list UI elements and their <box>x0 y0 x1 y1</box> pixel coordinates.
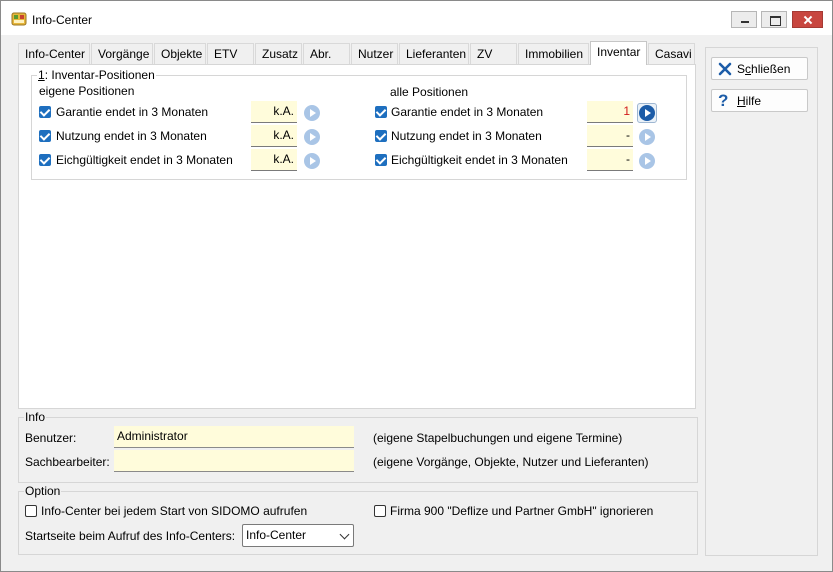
startup-checkbox[interactable] <box>25 505 37 517</box>
x-icon <box>718 62 732 76</box>
schliessen-button[interactable]: Schließen <box>711 57 808 80</box>
eigene-eichgueltigkeit-value: k.A. <box>251 149 297 171</box>
close-window-button[interactable] <box>792 11 823 28</box>
benutzer-note: (eigene Stapelbuchungen und eigene Termi… <box>373 431 623 445</box>
alle-eichgueltigkeit-value: - <box>587 149 633 171</box>
startseite-select[interactable]: Info-Center <box>242 524 354 547</box>
tab-label: Inventar <box>597 45 641 59</box>
tab-vorgaenge[interactable]: Vorgänge <box>91 43 153 64</box>
play-circle-icon <box>304 105 320 121</box>
window-title: Info-Center <box>32 13 93 27</box>
tab-label: Zusatz <box>262 47 299 61</box>
alle-positionen-header: alle Positionen <box>390 85 469 99</box>
maximize-button[interactable] <box>761 11 787 28</box>
tab-zv[interactable]: ZV <box>470 43 517 64</box>
alle-eichgueltigkeit-go-button[interactable] <box>637 151 657 171</box>
info-group: Info Benutzer: Administrator (eigene Sta… <box>18 410 698 483</box>
eigene-garantie-go-button[interactable] <box>302 103 322 123</box>
info-legend: Info <box>24 410 47 424</box>
play-circle-icon <box>304 153 320 169</box>
sachbearbeiter-input[interactable] <box>114 450 354 472</box>
tab-casavi[interactable]: Casavi <box>648 43 695 64</box>
alle-garantie-value: 1 <box>587 101 633 123</box>
eigene-garantie-value: k.A. <box>251 101 297 123</box>
hilfe-button[interactable]: ? Hilfe <box>711 89 808 112</box>
alle-nutzung-label: Nutzung endet in 3 Monaten <box>391 129 542 143</box>
tab-label: Vorgänge <box>98 47 150 61</box>
eigene-nutzung-go-button[interactable] <box>302 127 322 147</box>
play-circle-icon <box>304 129 320 145</box>
tab-label: Casavi <box>655 47 692 61</box>
tab-objekte[interactable]: Objekte <box>154 43 206 64</box>
tab-info-center[interactable]: Info-Center <box>18 43 90 64</box>
title-bar: Info-Center <box>1 1 832 35</box>
tab-zusatz[interactable]: Zusatz <box>255 43 302 64</box>
hilfe-label: Hilfe <box>737 94 761 108</box>
alle-eichgueltigkeit-checkbox[interactable] <box>375 154 387 166</box>
option-legend: Option <box>24 484 62 498</box>
inventar-panel: 1: Inventar-Positionen eigene Positionen… <box>18 64 696 409</box>
startseite-label: Startseite beim Aufruf des Info-Centers: <box>25 529 236 543</box>
eigene-nutzung-value: k.A. <box>251 125 297 147</box>
side-panel <box>705 47 818 556</box>
play-circle-icon <box>639 105 655 121</box>
startup-label: Info-Center bei jedem Start von SIDOMO a… <box>41 504 308 518</box>
tab-label: Info-Center <box>25 47 86 61</box>
tab-label: ETV <box>214 47 238 61</box>
tab-etv[interactable]: ETV <box>207 43 254 64</box>
hilfe-hotkey: H <box>737 94 746 108</box>
eigene-positionen-header: eigene Positionen <box>39 84 135 98</box>
tab-label: Nutzer <box>358 47 394 61</box>
group-title-hotkey: 1 <box>38 68 45 82</box>
option-group: Option Info-Center bei jedem Start von S… <box>18 484 698 555</box>
tab-lieferanten[interactable]: Lieferanten <box>399 43 469 64</box>
minimize-button[interactable] <box>731 11 757 28</box>
sachbearbeiter-note: (eigene Vorgänge, Objekte, Nutzer und Li… <box>373 455 649 469</box>
alle-garantie-go-button[interactable] <box>637 103 657 123</box>
info-center-window: Info-Center Info-Center Vorgänge Objekte… <box>0 0 833 572</box>
schliessen-label: Schließen <box>737 62 790 76</box>
tab-nutzer[interactable]: Nutzer <box>351 43 398 64</box>
question-icon: ? <box>718 91 729 110</box>
play-circle-icon <box>639 153 655 169</box>
tab-label: Immobilien <box>525 47 584 61</box>
sachbearbeiter-label: Sachbearbeiter: <box>25 455 110 469</box>
eigene-eichgueltigkeit-label: Eichgültigkeit endet in 3 Monaten <box>56 153 233 167</box>
tab-abr[interactable]: Abr. <box>303 43 350 64</box>
tab-label: ZV <box>477 47 493 61</box>
hilfe-label-end: ilfe <box>745 94 762 108</box>
group-title-text: : Inventar-Positionen <box>44 68 155 82</box>
alle-nutzung-go-button[interactable] <box>637 127 657 147</box>
play-circle-icon <box>639 129 655 145</box>
tab-label: Lieferanten <box>406 47 467 61</box>
group-title: 1: Inventar-Positionen <box>37 68 156 82</box>
firma-ignore-label: Firma 900 "Deflize und Partner GmbH" ign… <box>390 504 654 518</box>
eigene-garantie-label: Garantie endet in 3 Monaten <box>56 105 209 119</box>
startseite-value: Info-Center <box>246 528 307 542</box>
tab-strip: Info-Center Vorgänge Objekte ETV Zusatz … <box>18 41 695 65</box>
alle-garantie-label: Garantie endet in 3 Monaten <box>391 105 544 119</box>
tab-immobilien[interactable]: Immobilien <box>518 43 589 64</box>
benutzer-input[interactable]: Administrator <box>114 426 354 448</box>
eigene-garantie-checkbox[interactable] <box>39 106 51 118</box>
firma-ignore-checkbox[interactable] <box>374 505 386 517</box>
eigene-nutzung-label: Nutzung endet in 3 Monaten <box>56 129 207 143</box>
alle-nutzung-checkbox[interactable] <box>375 130 387 142</box>
schliessen-label-start: S <box>737 62 746 76</box>
alle-garantie-checkbox[interactable] <box>375 106 387 118</box>
chevron-down-icon <box>339 529 350 540</box>
eigene-eichgueltigkeit-go-button[interactable] <box>302 151 322 171</box>
tab-label: Abr. <box>310 47 332 61</box>
app-icon <box>11 12 27 26</box>
eigene-nutzung-checkbox[interactable] <box>39 130 51 142</box>
inventar-positionen-group: 1: Inventar-Positionen eigene Positionen… <box>31 68 687 180</box>
tab-inventar[interactable]: Inventar <box>590 41 647 65</box>
tab-label: Objekte <box>161 47 203 61</box>
alle-eichgueltigkeit-label: Eichgültigkeit endet in 3 Monaten <box>391 153 568 167</box>
eigene-eichgueltigkeit-checkbox[interactable] <box>39 154 51 166</box>
alle-nutzung-value: - <box>587 125 633 147</box>
schliessen-label-end: hließen <box>751 62 791 76</box>
benutzer-label: Benutzer: <box>25 431 77 445</box>
